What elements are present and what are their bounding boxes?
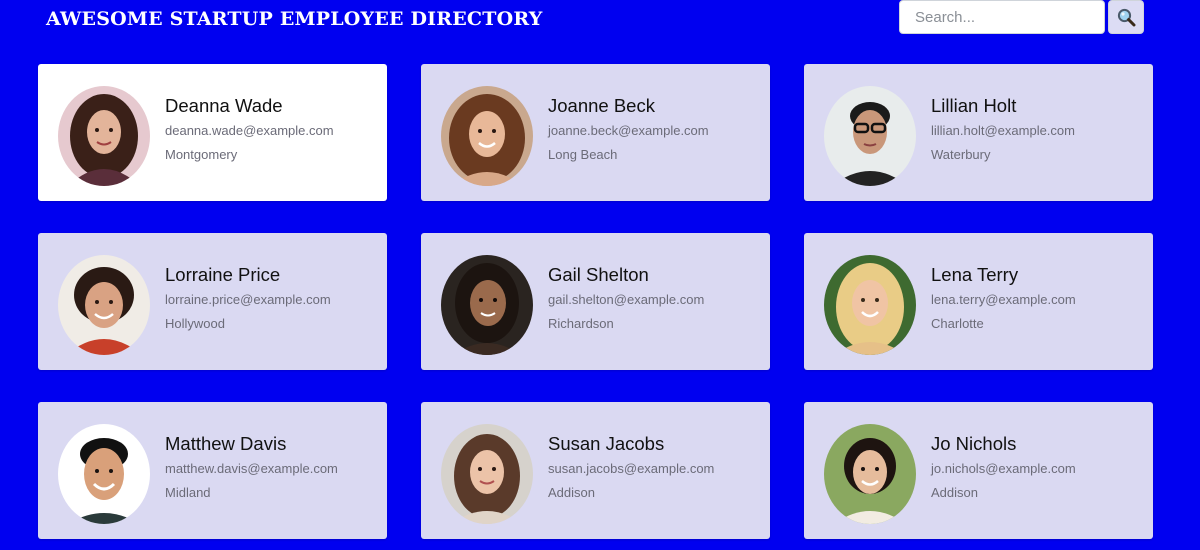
employee-name: Matthew Davis [165,433,287,454]
employee-email: susan.jacobs@example.com [548,461,715,476]
employee-city: Charlotte [931,316,984,331]
employee-card[interactable]: Matthew Davis matthew.davis@example.com … [38,402,387,539]
employee-city: Richardson [548,316,614,331]
employee-card[interactable]: Jo Nichols jo.nichols@example.com Addiso… [804,402,1153,539]
employee-card[interactable]: Joanne Beck joanne.beck@example.com Long… [421,64,770,201]
employee-email: lillian.holt@example.com [931,123,1075,138]
avatar-photo-icon [824,255,916,355]
search-button[interactable] [1108,0,1144,34]
page-header: AWESOME STARTUP EMPLOYEE DIRECTORY [0,0,1200,44]
employee-name: Lena Terry [931,264,1019,285]
page-title: AWESOME STARTUP EMPLOYEE DIRECTORY [46,8,543,30]
avatar-photo-icon [441,86,533,186]
avatar-photo-icon [58,86,150,186]
employee-email: matthew.davis@example.com [165,461,338,476]
employee-name: Gail Shelton [548,264,649,285]
employee-city: Long Beach [548,147,618,162]
avatar-photo-icon [441,255,533,355]
employee-name: Deanna Wade [165,95,283,116]
employee-card[interactable]: Lena Terry lena.terry@example.com Charlo… [804,233,1153,370]
employee-name: Lorraine Price [165,264,281,285]
employee-name: Joanne Beck [548,95,655,116]
employee-card[interactable]: Gail Shelton gail.shelton@example.com Ri… [421,233,770,370]
avatar-photo-icon [441,424,533,524]
employee-email: gail.shelton@example.com [548,292,705,307]
employee-city: Midland [165,485,211,500]
employee-name: Susan Jacobs [548,433,665,454]
avatar-photo-icon [824,86,916,186]
employee-city: Addison [548,485,595,500]
employee-card[interactable]: Lillian Holt lillian.holt@example.com Wa… [804,64,1153,201]
employee-name: Jo Nichols [931,433,1017,454]
employee-city: Montgomery [165,147,238,162]
employee-email: jo.nichols@example.com [931,461,1076,476]
avatar-photo-icon [824,424,916,524]
employee-email: lorraine.price@example.com [165,292,331,307]
employee-email: joanne.beck@example.com [548,123,709,138]
employee-email: deanna.wade@example.com [165,123,334,138]
search-input[interactable] [899,0,1105,34]
avatar-photo-icon [58,255,150,355]
employee-city: Addison [931,485,978,500]
employee-email: lena.terry@example.com [931,292,1076,307]
avatar-photo-icon [58,424,150,524]
employee-city: Hollywood [165,316,225,331]
employee-name: Lillian Holt [931,95,1017,116]
employee-card[interactable]: Deanna Wade deanna.wade@example.com Mont… [38,64,387,201]
employee-card[interactable]: Lorraine Price lorraine.price@example.co… [38,233,387,370]
employee-grid: Deanna Wade deanna.wade@example.com Mont… [38,64,1154,539]
employee-card[interactable]: Susan Jacobs susan.jacobs@example.com Ad… [421,402,770,539]
employee-city: Waterbury [931,147,991,162]
magnifier-icon [1117,8,1136,27]
